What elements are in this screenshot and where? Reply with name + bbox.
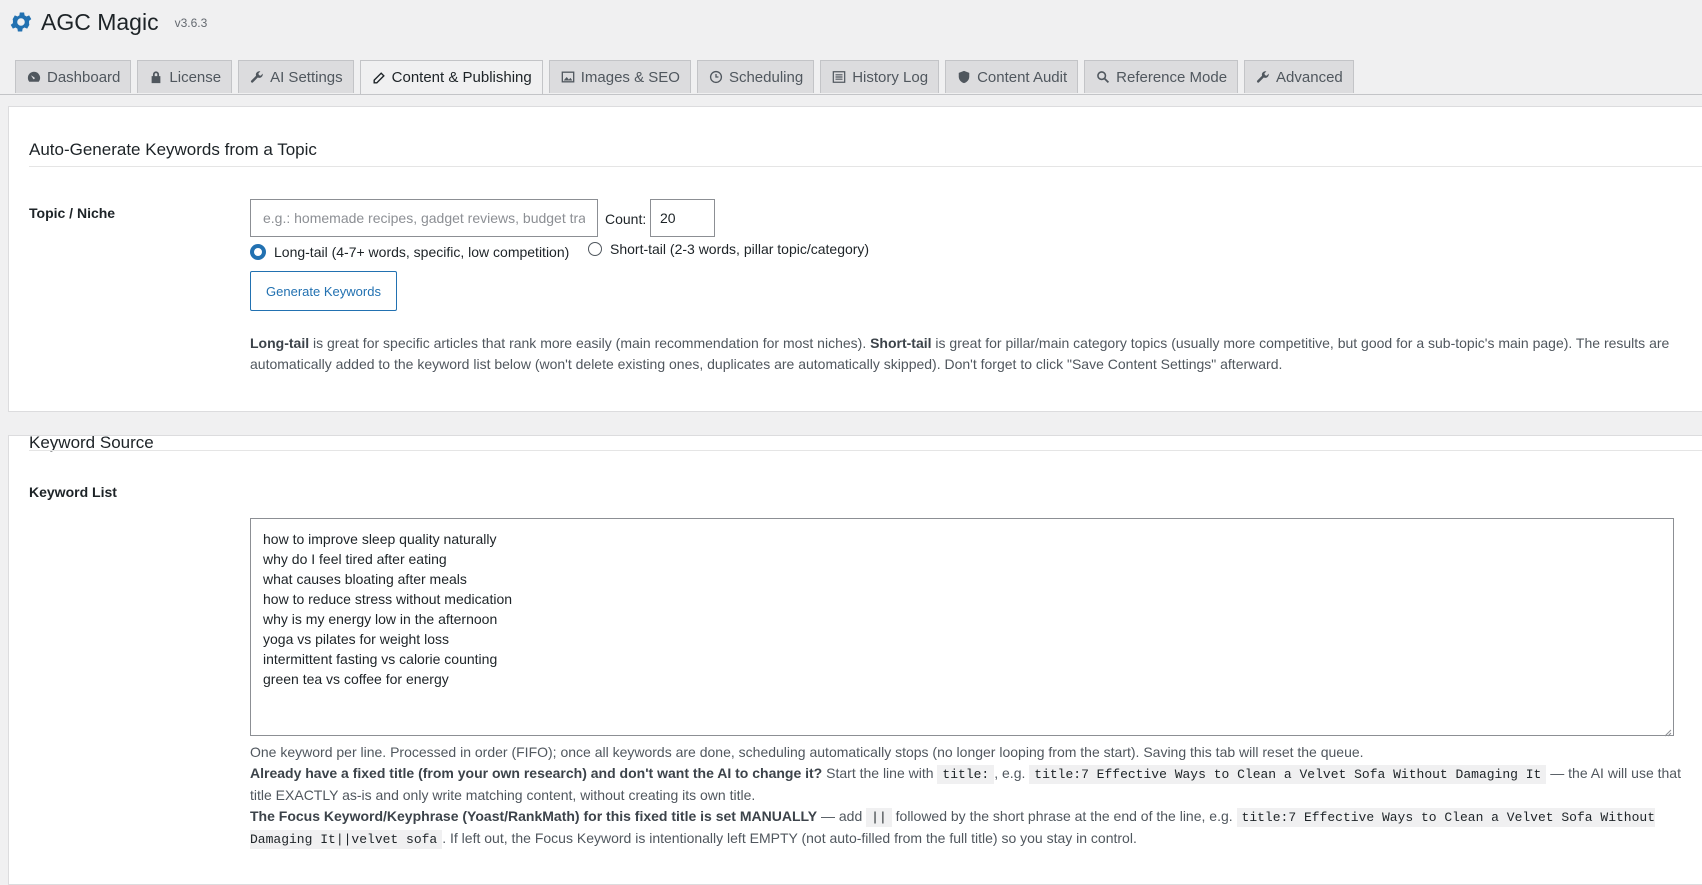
generate-keywords-button[interactable]: Generate Keywords: [250, 271, 397, 311]
tab-bar-divider: [0, 94, 1702, 95]
desc-text: is great for specific articles that rank…: [309, 335, 871, 351]
help-text: . If left out, the Focus Keyword is inte…: [442, 830, 1137, 846]
keyword-line: why do I feel tired after eating: [263, 551, 447, 567]
tab-images-seo[interactable]: Images & SEO: [548, 60, 691, 93]
help-bold: Already have a fixed title (from your ow…: [250, 765, 823, 781]
keyword-line: intermittent fasting vs calorie counting: [263, 651, 498, 667]
radio-shorttail-dot[interactable]: [588, 242, 602, 256]
lock-icon: [149, 70, 163, 84]
autogen-heading: Auto-Generate Keywords from a Topic: [29, 140, 317, 159]
wrench-icon: [1256, 70, 1270, 84]
help-line-1: One keyword per line. Processed in order…: [250, 744, 1364, 760]
tab-content-audit[interactable]: Content Audit: [945, 60, 1079, 93]
tab-label: Content & Publishing: [391, 69, 532, 86]
tab-label: Reference Mode: [1116, 68, 1228, 86]
topic-input[interactable]: [250, 199, 598, 237]
pencil-icon: [372, 71, 386, 85]
tab-ai-settings[interactable]: AI Settings: [238, 60, 354, 93]
tab-content-publishing[interactable]: Content & Publishing: [359, 60, 543, 94]
keyword-line: why is my energy low in the afternoon: [263, 611, 498, 627]
help-text: — add: [817, 808, 867, 824]
autogen-card: Auto-Generate Keywords from a Topic Topi…: [8, 106, 1702, 412]
topic-label: Topic / Niche: [29, 205, 116, 221]
tab-label: AI Settings: [270, 68, 343, 86]
divider: [29, 450, 1702, 451]
radio-shorttail-label: Short-tail (2-3 words, pillar topic/cate…: [610, 241, 870, 257]
keyword-help: One keyword per line. Processed in order…: [250, 742, 1690, 850]
keyword-list-textarea[interactable]: how to improve sleep quality naturally wh…: [250, 518, 1674, 736]
tab-label: License: [169, 68, 222, 86]
clock-icon: [709, 70, 723, 84]
resize-grip-icon[interactable]: [1662, 724, 1672, 737]
divider: [29, 166, 1702, 167]
keyword-list-label: Keyword List: [29, 484, 117, 500]
keyword-line: how to improve sleep quality naturally: [263, 531, 497, 547]
wrench-icon: [250, 70, 264, 84]
keyword-line: yoga vs pilates for weight loss: [263, 631, 449, 647]
app-title: AGC Magic: [41, 8, 159, 35]
app-header: AGC Magic v3.6.3: [8, 4, 207, 40]
code-snippet: ||: [866, 808, 892, 827]
radio-longtail-label: Long-tail (4-7+ words, specific, low com…: [274, 244, 570, 260]
search-icon: [1096, 70, 1110, 84]
help-line-3: The Focus Keyword/Keyphrase (Yoast/RankM…: [250, 806, 1690, 850]
code-snippet: title:: [937, 765, 995, 784]
tab-dashboard[interactable]: Dashboard: [15, 60, 132, 93]
desc-bold: Short-tail: [870, 335, 932, 351]
keyword-line: what causes bloating after meals: [263, 571, 467, 587]
tab-label: History Log: [852, 68, 929, 86]
radio-shorttail[interactable]: Short-tail (2-3 words, pillar topic/cate…: [588, 241, 869, 257]
tab-reference-mode[interactable]: Reference Mode: [1084, 60, 1239, 93]
count-input[interactable]: [650, 199, 715, 237]
code-snippet: title:7 Effective Ways to Clean a Velvet…: [1029, 765, 1547, 784]
image-icon: [561, 70, 575, 84]
help-text: , e.g.: [994, 765, 1030, 781]
gear-icon: [8, 9, 34, 35]
tab-label: Dashboard: [47, 68, 121, 86]
app-version: v3.6.3: [174, 16, 208, 30]
count-label: Count:: [605, 211, 647, 227]
keyword-line: green tea vs coffee for energy: [263, 671, 449, 687]
help-text: followed by the short phrase at the end …: [891, 808, 1237, 824]
tab-scheduling[interactable]: Scheduling: [696, 60, 815, 93]
list-icon: [832, 70, 846, 84]
autogen-description: Long-tail is great for specific articles…: [250, 333, 1690, 375]
radio-longtail[interactable]: Long-tail (4-7+ words, specific, low com…: [250, 244, 569, 260]
tab-label: Images & SEO: [580, 68, 680, 86]
help-line-2: Already have a fixed title (from your ow…: [250, 763, 1690, 806]
desc-bold: Long-tail: [250, 335, 310, 351]
tab-license[interactable]: License: [137, 60, 233, 93]
tab-bar: Dashboard License AI Settings Content & …: [15, 60, 1354, 94]
shield-icon: [957, 70, 971, 84]
keyword-line: how to reduce stress without medication: [263, 591, 513, 607]
tab-label: Scheduling: [728, 68, 804, 86]
help-text: Start the line with: [822, 765, 938, 781]
help-bold: The Focus Keyword/Keyphrase (Yoast/RankM…: [250, 808, 818, 824]
tab-advanced[interactable]: Advanced: [1244, 60, 1354, 93]
radio-longtail-dot[interactable]: [250, 244, 266, 260]
tab-label: Advanced: [1276, 68, 1343, 86]
keyword-source-card: Keyword Source Keyword List how to impro…: [8, 433, 1702, 885]
keyword-source-heading: Keyword Source: [29, 433, 154, 452]
tab-history-log[interactable]: History Log: [820, 60, 940, 93]
tab-label: Content Audit: [977, 68, 1068, 86]
dashboard-icon: [27, 70, 41, 84]
